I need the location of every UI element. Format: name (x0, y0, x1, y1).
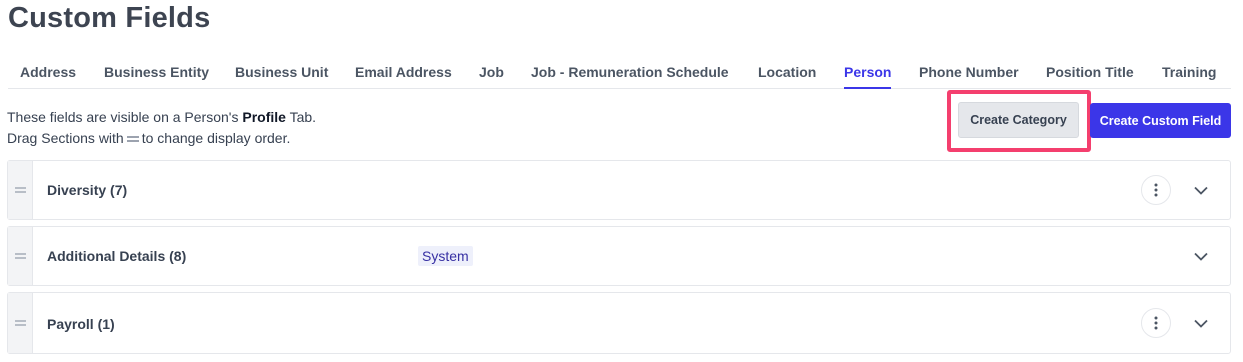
drag-handle-icon (126, 135, 139, 143)
drag-handle-icon (15, 186, 26, 194)
tab-person[interactable]: Person (844, 64, 892, 89)
expand-button[interactable] (1192, 314, 1210, 332)
tab-training[interactable]: Training (1162, 64, 1216, 89)
tab-position-title[interactable]: Position Title (1046, 64, 1134, 89)
section-diversity: Diversity (7) (7, 160, 1231, 220)
chevron-down-icon (1194, 319, 1208, 328)
more-vertical-icon (1154, 183, 1158, 197)
more-options-button[interactable] (1141, 175, 1171, 205)
intro-text: These fields are visible on a Person's P… (7, 107, 316, 149)
tab-business-unit[interactable]: Business Unit (235, 64, 328, 89)
intro-line-1: These fields are visible on a Person's P… (7, 109, 317, 125)
expand-button[interactable] (1192, 247, 1210, 265)
tab-job-remuneration-schedule[interactable]: Job - Remuneration Schedule (531, 64, 729, 89)
chevron-down-icon (1194, 252, 1208, 261)
tab-address[interactable]: Address (20, 64, 76, 89)
section-additional-details: Additional Details (8) System (7, 226, 1231, 286)
drag-handle-icon (15, 252, 26, 260)
page-title: Custom Fields (8, 2, 211, 34)
tab-phone-number[interactable]: Phone Number (919, 64, 1019, 89)
more-vertical-icon (1154, 316, 1158, 330)
drag-handle[interactable] (8, 293, 33, 353)
section-title: Diversity (7) (47, 182, 128, 198)
tab-job[interactable]: Job (479, 64, 504, 89)
section-payroll: Payroll (1) (7, 292, 1231, 354)
create-custom-field-button[interactable]: Create Custom Field (1090, 103, 1231, 138)
drag-handle[interactable] (8, 227, 33, 285)
section-title: Additional Details (8) (47, 248, 187, 264)
profile-tab-name: Profile (242, 109, 286, 125)
tab-location[interactable]: Location (758, 64, 816, 89)
entity-tabs: Address Business Entity Business Unit Em… (8, 56, 1231, 89)
tab-email-address[interactable]: Email Address (355, 64, 452, 89)
tab-business-entity[interactable]: Business Entity (104, 64, 209, 89)
system-badge: System (418, 246, 473, 266)
more-options-button[interactable] (1141, 308, 1171, 338)
chevron-down-icon (1194, 186, 1208, 195)
drag-handle[interactable] (8, 161, 33, 219)
drag-handle-icon (15, 319, 26, 327)
expand-button[interactable] (1192, 181, 1210, 199)
intro-line-2: Drag Sections with to change display orde… (7, 130, 291, 146)
create-category-button[interactable]: Create Category (958, 102, 1079, 138)
section-title: Payroll (1) (47, 316, 115, 332)
